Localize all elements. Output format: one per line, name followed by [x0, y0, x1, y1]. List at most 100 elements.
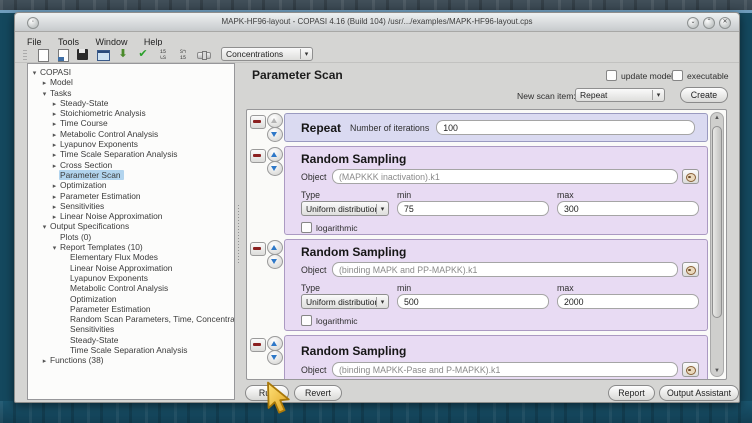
collapse-arrow-icon[interactable]: ▾ [40, 90, 49, 100]
tree-item-random-scan-parameters-time-concentrations[interactable]: Random Scan Parameters, Time, Concentrat… [28, 314, 234, 324]
tree-item-sensitivities[interactable]: ▸Sensitivities [28, 201, 234, 211]
object-label: Object [301, 265, 332, 275]
toolbar-handle[interactable] [23, 48, 27, 60]
tree-item-linear-noise-approximation[interactable]: Linear Noise Approximation [28, 263, 234, 273]
tree-item-cross-section[interactable]: ▸Cross Section [28, 160, 234, 170]
tree-item-metabolic-control-analysis[interactable]: ▸Metabolic Control Analysis [28, 129, 234, 139]
tree-item-parameter-estimation[interactable]: ▸Parameter Estimation [28, 191, 234, 201]
expand-arrow-icon[interactable]: ▸ [40, 357, 49, 367]
tree-item-lyapunov-exponents[interactable]: ▸Lyapunov Exponents [28, 139, 234, 149]
collapse-arrow-icon[interactable]: ▾ [30, 69, 39, 79]
remove-scan-item-button[interactable] [250, 242, 266, 256]
tree-item-parameter-scan[interactable]: Parameter Scan [28, 170, 234, 180]
move-up-button[interactable] [267, 336, 283, 351]
checkbox-box[interactable] [301, 222, 312, 233]
revert-button[interactable]: Revert [294, 385, 342, 401]
tree-item-output-specifications[interactable]: ▾Output Specifications [28, 221, 234, 231]
collapse-arrow-icon[interactable]: ▾ [50, 244, 59, 254]
object-field[interactable] [332, 169, 678, 184]
close-button[interactable]: ✕ [719, 17, 731, 29]
update-model-checkbox[interactable]: update model [606, 70, 673, 81]
output-assistant-button[interactable]: Output Assistant [659, 385, 739, 401]
concentration-numbers-button[interactable]: S↰ 15 [176, 48, 190, 61]
run-button[interactable]: Run [245, 385, 289, 401]
open-file-button[interactable] [56, 48, 70, 61]
checkbox-box[interactable] [301, 315, 312, 326]
max-input[interactable] [557, 201, 699, 216]
tree-item-label: Parameter Estimation [59, 191, 144, 201]
checkbox-box[interactable] [606, 70, 617, 81]
import-button[interactable]: ⬇ [116, 48, 130, 61]
new-file-button[interactable] [36, 48, 50, 61]
tree-item-copasi[interactable]: ▾COPASI [28, 67, 234, 77]
tree-item-label: Output Specifications [49, 221, 132, 231]
tree-item-lyapunov-exponents[interactable]: Lyapunov Exponents [28, 273, 234, 283]
select-object-button[interactable] [682, 262, 699, 277]
iterations-input[interactable] [436, 120, 695, 135]
tree-item-report-templates-10[interactable]: ▾Report Templates (10) [28, 242, 234, 252]
tree-item-optimization[interactable]: ▸Optimization [28, 180, 234, 190]
tree-item-tasks[interactable]: ▾Tasks [28, 88, 234, 98]
slider-button[interactable] [196, 48, 210, 61]
particle-numbers-button[interactable]: 15 ↳S [156, 48, 170, 61]
tree-item-steady-state[interactable]: Steady-State [28, 335, 234, 345]
view-mode-select[interactable]: Concentrations ▾ [221, 47, 313, 61]
vertical-scrollbar[interactable]: ▲ ▼ [710, 112, 724, 377]
tree-item-label: Parameter Estimation [69, 304, 154, 314]
save-button[interactable] [76, 48, 90, 61]
logarithmic-checkbox[interactable]: logarithmic [301, 222, 358, 233]
select-object-button[interactable] [682, 362, 699, 377]
tree-item-metabolic-control-analysis[interactable]: Metabolic Control Analysis [28, 283, 234, 293]
min-input[interactable] [397, 201, 549, 216]
new-file-icon [38, 49, 49, 62]
distribution-select[interactable]: Uniform distribution ▾ [301, 201, 389, 216]
select-object-button[interactable] [682, 169, 699, 184]
scroll-up-icon[interactable]: ▲ [712, 113, 722, 123]
scan-item-random-sampling: Random Sampling Object Type min max Unif… [284, 146, 708, 235]
remove-scan-item-button[interactable] [250, 115, 266, 129]
collapse-arrow-icon[interactable]: ▾ [40, 223, 49, 233]
show-layout-button[interactable] [96, 48, 110, 61]
move-up-button[interactable] [267, 147, 283, 162]
minimize-button[interactable]: ⌄ [687, 17, 699, 29]
tree-item-model[interactable]: ▸Model [28, 77, 234, 87]
move-down-button[interactable] [267, 161, 283, 176]
tree-item-stoichiometric-analysis[interactable]: ▸Stoichiometric Analysis [28, 108, 234, 118]
tree-item-steady-state[interactable]: ▸Steady-State [28, 98, 234, 108]
move-down-button[interactable] [267, 350, 283, 365]
tree-item-time-scale-separation-analysis[interactable]: Time Scale Separation Analysis [28, 345, 234, 355]
titlebar[interactable]: ◦ MAPK-HF96-layout - COPASI 4.16 (Build … [15, 13, 739, 32]
move-down-button[interactable] [267, 127, 283, 142]
parameter-scan-panel: Parameter Scan update model executable N… [241, 61, 738, 401]
max-input[interactable] [557, 294, 699, 309]
tree-item-time-course[interactable]: ▸Time Course [28, 118, 234, 128]
maximize-button[interactable]: ⌃ [703, 17, 715, 29]
create-button[interactable]: Create [680, 87, 728, 103]
distribution-select[interactable]: Uniform distribution ▾ [301, 294, 389, 309]
move-down-button[interactable] [267, 254, 283, 269]
tree-item-linear-noise-approximation[interactable]: ▸Linear Noise Approximation [28, 211, 234, 221]
remove-scan-item-button[interactable] [250, 338, 266, 352]
object-field[interactable] [332, 362, 678, 377]
tree-item-sensitivities[interactable]: Sensitivities [28, 324, 234, 334]
new-scan-item-select[interactable]: Repeat ▾ [575, 88, 665, 102]
commit-button[interactable]: ✔ [136, 48, 150, 61]
tree-item-plots-0[interactable]: Plots (0) [28, 232, 234, 242]
executable-checkbox[interactable]: executable [672, 70, 729, 81]
object-field[interactable] [332, 262, 678, 277]
tree-item-functions-38[interactable]: ▸Functions (38) [28, 355, 234, 365]
scroll-down-icon[interactable]: ▼ [712, 366, 722, 376]
min-input[interactable] [397, 294, 549, 309]
checkbox-box[interactable] [672, 70, 683, 81]
logarithmic-checkbox[interactable]: logarithmic [301, 315, 358, 326]
logarithmic-row: logarithmic [301, 315, 358, 326]
scrollbar-thumb[interactable] [712, 126, 722, 318]
remove-scan-item-button[interactable] [250, 149, 266, 163]
move-up-button[interactable] [267, 240, 283, 255]
tree-item-time-scale-separation-analysis[interactable]: ▸Time Scale Separation Analysis [28, 149, 234, 159]
move-up-button[interactable] [267, 113, 283, 128]
report-button[interactable]: Report [608, 385, 655, 401]
tree-item-parameter-estimation[interactable]: Parameter Estimation [28, 304, 234, 314]
type-min-max-row: Uniform distribution ▾ [301, 294, 699, 309]
tree-item-optimization[interactable]: Optimization [28, 294, 234, 304]
